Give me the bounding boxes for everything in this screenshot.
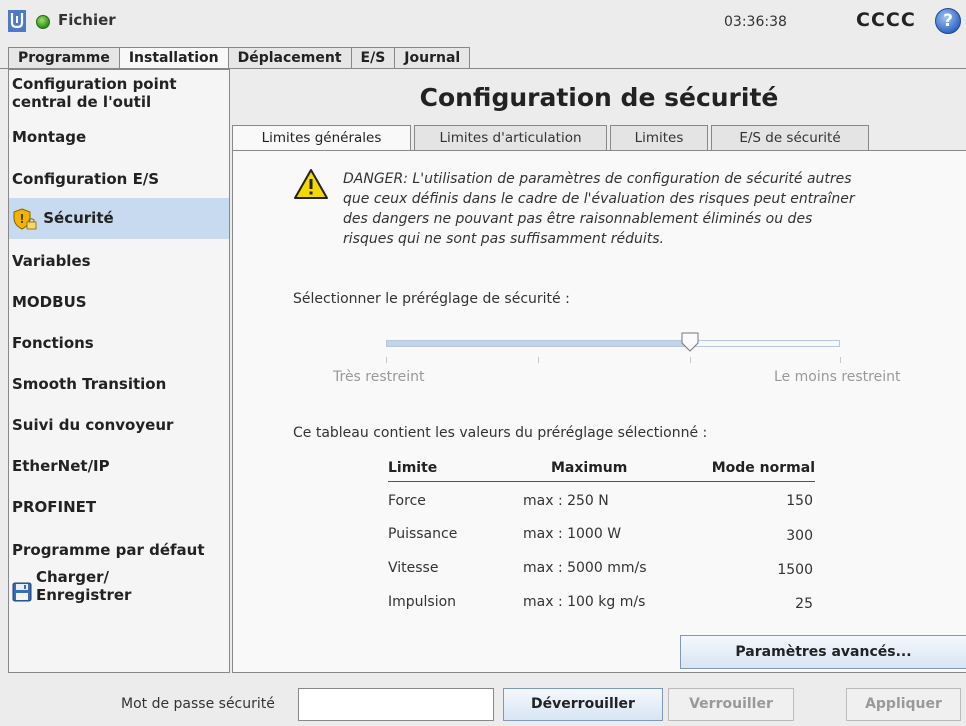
lock-button[interactable]: Verrouiller: [668, 688, 794, 721]
password-label: Mot de passe sécurité: [121, 696, 275, 712]
danger-warning-text: DANGER: L'utilisation de paramètres de c…: [343, 169, 933, 249]
tab-programme[interactable]: Programme: [8, 47, 120, 69]
sidebar-item-programme-defaut[interactable]: Programme par défaut: [9, 541, 229, 559]
slider-label-high: Le moins restreint: [774, 369, 901, 385]
table-cell: Puissance: [388, 526, 458, 542]
table-header: Mode normal: [711, 460, 815, 476]
slider-fill: [387, 341, 692, 346]
table-cell: 150: [786, 493, 813, 509]
svg-text:!: !: [19, 212, 24, 226]
table-caption: Ce tableau contient les valeurs du préré…: [293, 425, 708, 441]
sidebar-item-securite[interactable]: ! Sécurité: [9, 198, 229, 239]
table-cell: Vitesse: [388, 560, 439, 576]
table-header: Limite: [388, 460, 438, 476]
general-limits-panel: DANGER: L'utilisation de paramètres de c…: [232, 150, 966, 673]
sidebar-item-label: central de l'outil: [12, 93, 152, 111]
safety-password-input[interactable]: [298, 688, 494, 721]
tab-journal[interactable]: Journal: [394, 47, 471, 69]
sidebar-item-label: Charger/: [36, 568, 109, 586]
sidebar-item-profinet[interactable]: PROFINET: [9, 498, 229, 516]
slider-label-low: Très restreint: [333, 369, 425, 385]
sidebar-item-variables[interactable]: Variables: [9, 252, 229, 270]
sidebar-item-label: Sécurité: [43, 209, 114, 227]
danger-line: risques qui ne sont pas suffisamment réd…: [343, 231, 664, 247]
slider-tick: [386, 357, 387, 363]
clock: 03:36:38: [724, 14, 787, 30]
table-header-divider: [388, 481, 815, 482]
warning-icon: [294, 169, 328, 199]
sidebar: Configuration point central de l'outil M…: [8, 69, 230, 673]
slider-tick: [840, 357, 841, 363]
bottom-bar: Mot de passe sécurité Déverrouiller Verr…: [0, 673, 966, 726]
unlock-button[interactable]: Déverrouiller: [503, 688, 663, 721]
slider-tick: [690, 357, 691, 363]
table-cell: 300: [786, 528, 813, 544]
robot-status-icon[interactable]: [36, 15, 50, 29]
sidebar-item-modbus[interactable]: MODBUS: [9, 293, 229, 311]
file-menu[interactable]: Fichier: [58, 11, 116, 29]
top-bar: Fichier 03:36:38 CCCC ?: [0, 0, 966, 44]
advanced-settings-button[interactable]: Paramètres avancés...: [680, 635, 966, 669]
floppy-disk-icon: [12, 582, 32, 602]
table-cell: max : 5000 mm/s: [523, 560, 647, 576]
danger-line: DANGER: L'utilisation de paramètres de c…: [343, 171, 852, 187]
subtab-limites-generales[interactable]: Limites générales: [232, 125, 411, 151]
table-cell: Impulsion: [388, 594, 457, 610]
help-icon[interactable]: ?: [935, 8, 961, 34]
sidebar-item-label: Enregistrer: [36, 586, 132, 604]
slider-tick: [538, 357, 539, 363]
safety-preset-slider[interactable]: [386, 340, 840, 347]
slider-handle[interactable]: [681, 332, 699, 352]
shield-lock-icon: !: [13, 207, 37, 230]
table-cell: max : 250 N: [523, 493, 609, 509]
table-cell: 25: [795, 596, 813, 612]
table-cell: Force: [388, 493, 426, 509]
apply-button[interactable]: Appliquer: [846, 688, 961, 721]
tab-deplacement[interactable]: Déplacement: [227, 47, 352, 69]
preset-label: Sélectionner le préréglage de sécurité :: [293, 291, 570, 307]
ur-logo-icon: [8, 10, 26, 32]
table-cell: max : 1000 W: [523, 526, 622, 542]
table-header: Maximum: [551, 460, 628, 476]
danger-line: des dangers ne pouvant pas être raisonna…: [343, 211, 813, 227]
danger-line: que ceux définis dans le cadre de l'éval…: [343, 191, 855, 207]
sidebar-item-ethernet-ip[interactable]: EtherNet/IP: [9, 457, 229, 475]
sidebar-item-charger-enregistrer[interactable]: Charger/ Enregistrer: [9, 568, 229, 612]
sidebar-item-montage[interactable]: Montage: [9, 128, 229, 146]
page-title: Configuration de sécurité: [419, 83, 779, 112]
table-cell: max : 100 kg m/s: [523, 594, 646, 610]
sidebar-item-convoyeur[interactable]: Suivi du convoyeur: [9, 416, 229, 434]
subtab-limites-articulation[interactable]: Limites d'articulation: [414, 125, 607, 151]
main-content: Configuration de sécurité Limites généra…: [232, 69, 966, 673]
sidebar-item-smooth-transition[interactable]: Smooth Transition: [9, 375, 229, 393]
robot-name: CCCC: [856, 9, 916, 31]
subtab-limites[interactable]: Limites: [610, 125, 708, 151]
main-tabs: Programme Installation Déplacement E/S J…: [8, 47, 471, 70]
tab-es[interactable]: E/S: [350, 47, 396, 69]
table-cell: 1500: [777, 562, 813, 578]
sidebar-item-label: Configuration point: [12, 75, 177, 93]
subtab-es-securite[interactable]: E/S de sécurité: [711, 125, 869, 151]
sidebar-item-io-config[interactable]: Configuration E/S: [9, 170, 229, 188]
sidebar-item-tcp[interactable]: Configuration point central de l'outil: [9, 75, 229, 111]
sidebar-item-fonctions[interactable]: Fonctions: [9, 334, 229, 352]
tab-installation[interactable]: Installation: [118, 47, 229, 70]
